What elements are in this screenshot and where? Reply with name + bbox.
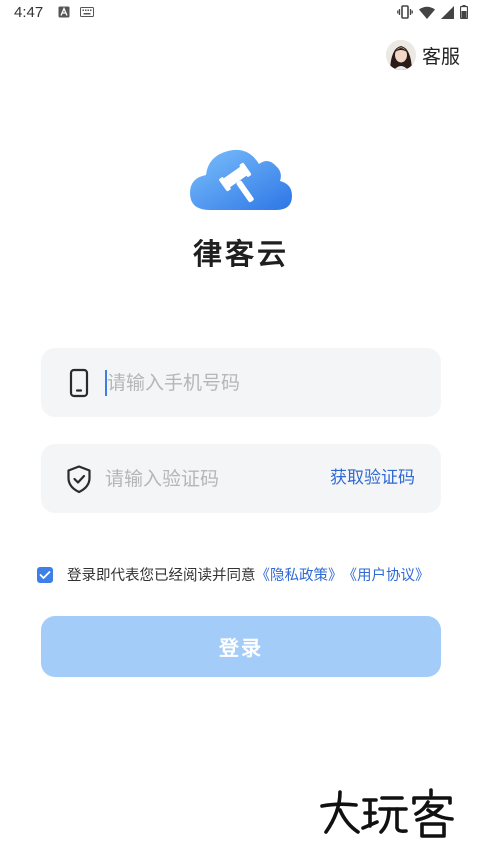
agreement-checkbox[interactable] bbox=[37, 566, 53, 583]
verification-code-input[interactable] bbox=[105, 444, 335, 513]
app-name: 律客云 bbox=[192, 237, 289, 271]
status-time: 4:47 bbox=[14, 4, 44, 21]
shield-check-icon bbox=[67, 465, 91, 494]
privacy-policy-link[interactable]: 《隐私政策》 bbox=[256, 564, 343, 585]
keyboard-icon bbox=[80, 7, 94, 17]
wifi-icon bbox=[419, 6, 435, 19]
status-bar: 4:47 bbox=[0, 0, 482, 26]
battery-icon bbox=[460, 5, 468, 19]
phone-icon bbox=[69, 368, 89, 398]
app-logo-icon bbox=[190, 149, 292, 210]
vibrate-icon bbox=[397, 5, 413, 19]
phone-input[interactable] bbox=[107, 348, 337, 417]
customer-service-button[interactable]: 客服 bbox=[385, 40, 460, 70]
status-right-icons bbox=[397, 5, 468, 19]
phone-field[interactable] bbox=[41, 348, 441, 417]
user-agreement-link[interactable]: 《用户协议》 bbox=[343, 564, 430, 585]
verification-code-field[interactable]: 获取验证码 bbox=[41, 444, 441, 513]
watermark-logo bbox=[320, 788, 454, 838]
agreement-text: 登录即代表您已经阅读并同意 bbox=[67, 568, 256, 584]
get-code-button[interactable]: 获取验证码 bbox=[330, 444, 415, 513]
customer-service-label: 客服 bbox=[421, 46, 460, 68]
check-icon bbox=[39, 570, 51, 579]
agreement-row: 登录即代表您已经阅读并同意 《隐私政策》 《用户协议》 bbox=[37, 564, 430, 585]
avatar bbox=[385, 40, 416, 70]
a-badge-icon bbox=[58, 6, 70, 18]
login-button[interactable]: 登录 bbox=[41, 616, 441, 677]
signal-icon bbox=[441, 5, 454, 19]
status-left-icons bbox=[58, 6, 94, 18]
